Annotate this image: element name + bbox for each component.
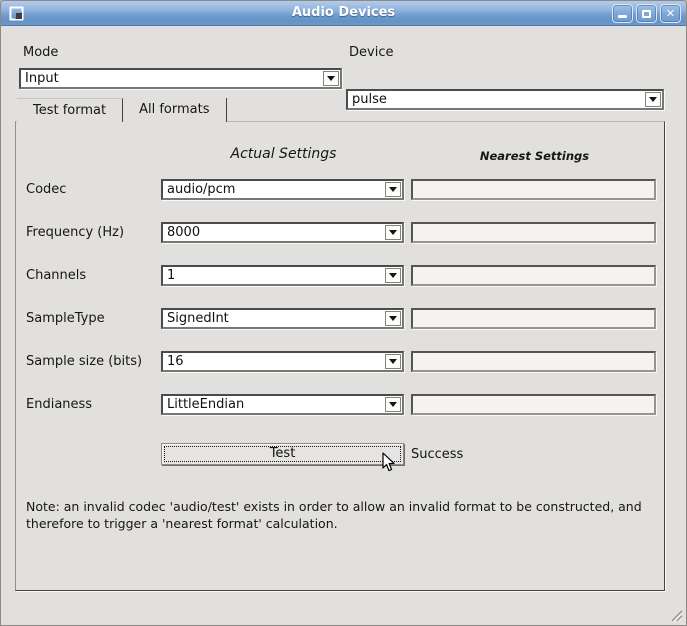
- minimize-button[interactable]: [612, 4, 633, 23]
- mode-combobox[interactable]: Input: [19, 68, 342, 89]
- test-button[interactable]: Test: [161, 443, 404, 465]
- row-frequency: Frequency (Hz) 8000: [26, 222, 656, 243]
- audio-devices-window: Audio Devices ✕ Mode Input Device pulse …: [0, 0, 687, 626]
- row-sampletype: SampleType SignedInt: [26, 308, 656, 329]
- row-channels: Channels 1: [26, 265, 656, 286]
- device-label: Device: [349, 45, 393, 60]
- maximize-button[interactable]: [636, 4, 657, 23]
- tab-test-format[interactable]: Test format: [17, 98, 123, 122]
- channels-combobox[interactable]: 1: [161, 265, 404, 286]
- window-controls: ✕: [612, 4, 681, 23]
- status-text: Success: [411, 447, 463, 462]
- codec-dropdown-arrow-icon[interactable]: [385, 182, 401, 197]
- endianess-combobox[interactable]: LittleEndian: [161, 394, 404, 415]
- sampletype-nearest-field: [411, 308, 656, 329]
- nearest-settings-heading: Nearest Settings: [412, 149, 657, 163]
- tab-bar: Test format All formats: [17, 98, 227, 122]
- samplesize-combobox[interactable]: 16: [161, 351, 404, 372]
- channels-value: 1: [167, 268, 175, 283]
- window-title: Audio Devices: [1, 5, 686, 20]
- mode-dropdown-arrow-icon[interactable]: [323, 71, 339, 86]
- device-value: pulse: [352, 92, 387, 107]
- mode-label: Mode: [23, 45, 58, 60]
- endianess-label: Endianess: [26, 397, 92, 412]
- minimize-icon: [618, 15, 627, 18]
- row-endianess: Endianess LittleEndian: [26, 394, 656, 415]
- codec-label: Codec: [26, 182, 66, 197]
- codec-nearest-field: [411, 179, 656, 200]
- frequency-value: 8000: [167, 225, 200, 240]
- format-rows: Codec audio/pcm Frequency (Hz) 8000 Chan…: [26, 179, 656, 437]
- endianess-value: LittleEndian: [167, 397, 244, 412]
- tab-all-formats[interactable]: All formats: [123, 98, 226, 122]
- titlebar[interactable]: Audio Devices ✕: [1, 1, 686, 26]
- samplesize-value: 16: [167, 354, 184, 369]
- frequency-dropdown-arrow-icon[interactable]: [385, 225, 401, 240]
- device-combobox[interactable]: pulse: [346, 89, 664, 110]
- maximize-icon: [642, 10, 651, 18]
- sampletype-value: SignedInt: [167, 311, 229, 326]
- samplesize-dropdown-arrow-icon[interactable]: [385, 354, 401, 369]
- device-dropdown-arrow-icon[interactable]: [645, 92, 661, 107]
- codec-value: audio/pcm: [167, 182, 235, 197]
- frequency-nearest-field: [411, 222, 656, 243]
- samplesize-nearest-field: [411, 351, 656, 372]
- samplesize-label: Sample size (bits): [26, 354, 142, 369]
- endianess-dropdown-arrow-icon[interactable]: [385, 397, 401, 412]
- actual-settings-heading: Actual Settings: [162, 146, 405, 162]
- channels-dropdown-arrow-icon[interactable]: [385, 268, 401, 283]
- frequency-label: Frequency (Hz): [26, 225, 124, 240]
- channels-nearest-field: [411, 265, 656, 286]
- codec-combobox[interactable]: audio/pcm: [161, 179, 404, 200]
- frequency-combobox[interactable]: 8000: [161, 222, 404, 243]
- resize-grip-icon[interactable]: [668, 607, 683, 622]
- close-icon: ✕: [666, 8, 675, 19]
- sampletype-combobox[interactable]: SignedInt: [161, 308, 404, 329]
- sampletype-dropdown-arrow-icon[interactable]: [385, 311, 401, 326]
- sampletype-label: SampleType: [26, 311, 105, 326]
- mode-value: Input: [25, 71, 59, 86]
- row-codec: Codec audio/pcm: [26, 179, 656, 200]
- note-text: Note: an invalid codec 'audio/test' exis…: [26, 498, 658, 532]
- close-button[interactable]: ✕: [660, 4, 681, 23]
- endianess-nearest-field: [411, 394, 656, 415]
- row-samplesize: Sample size (bits) 16: [26, 351, 656, 372]
- channels-label: Channels: [26, 268, 86, 283]
